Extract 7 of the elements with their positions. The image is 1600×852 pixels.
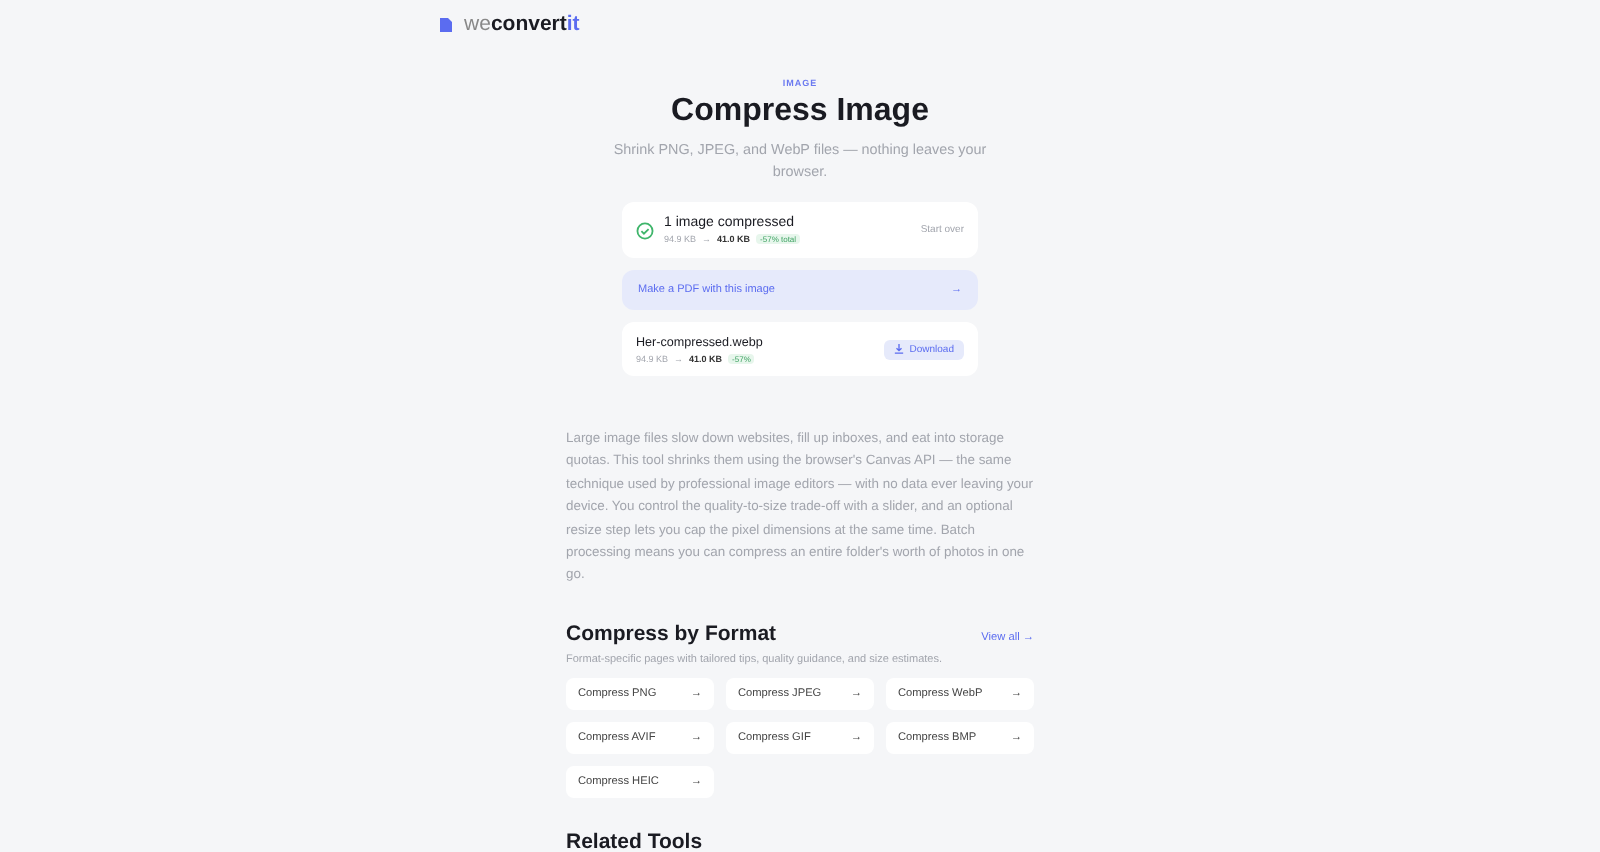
section-title: Compress by Format — [566, 621, 777, 646]
logo[interactable]: weconvertit — [464, 12, 580, 36]
check-icon — [636, 221, 654, 239]
logo-icon — [438, 15, 454, 33]
page-title: Compress Image — [671, 94, 929, 130]
download-icon — [893, 344, 904, 354]
section-title: Related Tools — [566, 829, 705, 852]
